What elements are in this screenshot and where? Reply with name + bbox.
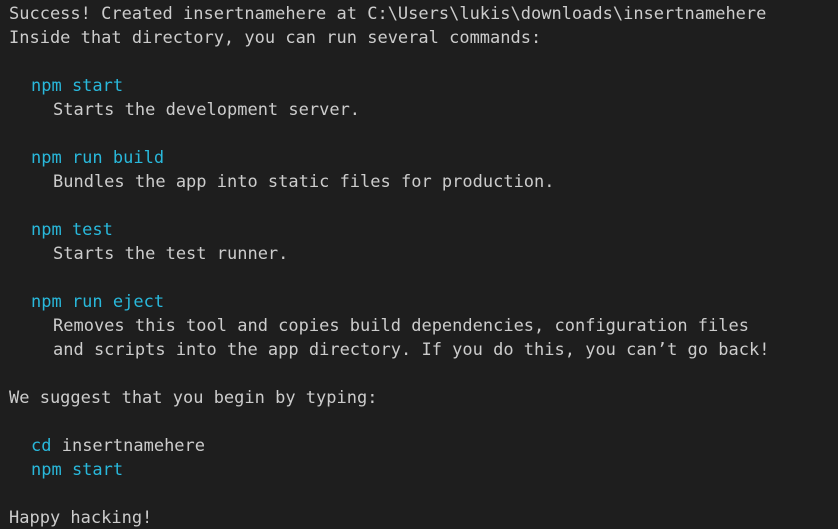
command-npm-test: npm test (31, 218, 113, 242)
command-name: npm run build (31, 148, 165, 168)
inside-directory-text: Inside that directory, you can run sever… (9, 28, 542, 48)
description-text-continued: and scripts into the app directory. If y… (53, 340, 770, 360)
start-command: npm start (31, 460, 124, 480)
terminal-output: Success! Created insertnamehere at C:\Us… (0, 0, 838, 529)
command-description: Starts the development server. (53, 98, 360, 122)
command-npm-run-build: npm run build (31, 146, 164, 170)
success-text: Success! Created insertnamehere at C:\Us… (9, 4, 767, 24)
command-name: npm test (31, 220, 113, 240)
command-description-continued: and scripts into the app directory. If y… (53, 338, 769, 362)
start-command-line: npm start (31, 458, 123, 482)
cd-command-line: cd insertnamehere (31, 434, 205, 458)
inside-directory-message: Inside that directory, you can run sever… (9, 26, 541, 50)
command-description: Bundles the app into static files for pr… (53, 170, 555, 194)
command-npm-run-eject: npm run eject (31, 290, 164, 314)
command-description: Removes this tool and copies build depen… (53, 314, 749, 338)
command-description: Starts the test runner. (53, 242, 288, 266)
happy-hacking-message: Happy hacking! (9, 506, 152, 529)
description-text: Bundles the app into static files for pr… (53, 172, 555, 192)
suggest-text: We suggest that you begin by typing: (9, 388, 378, 408)
success-message: Success! Created insertnamehere at C:\Us… (9, 2, 766, 26)
suggest-message: We suggest that you begin by typing: (9, 386, 377, 410)
description-text: Starts the test runner. (53, 244, 289, 264)
description-text: Starts the development server. (53, 100, 361, 120)
command-name: npm run eject (31, 292, 165, 312)
cd-target: insertnamehere (51, 436, 206, 456)
happy-hacking-text: Happy hacking! (9, 508, 153, 528)
command-name: npm start (31, 76, 124, 96)
cd-command: cd (31, 436, 52, 456)
description-text: Removes this tool and copies build depen… (53, 316, 749, 336)
command-npm-start: npm start (31, 74, 123, 98)
